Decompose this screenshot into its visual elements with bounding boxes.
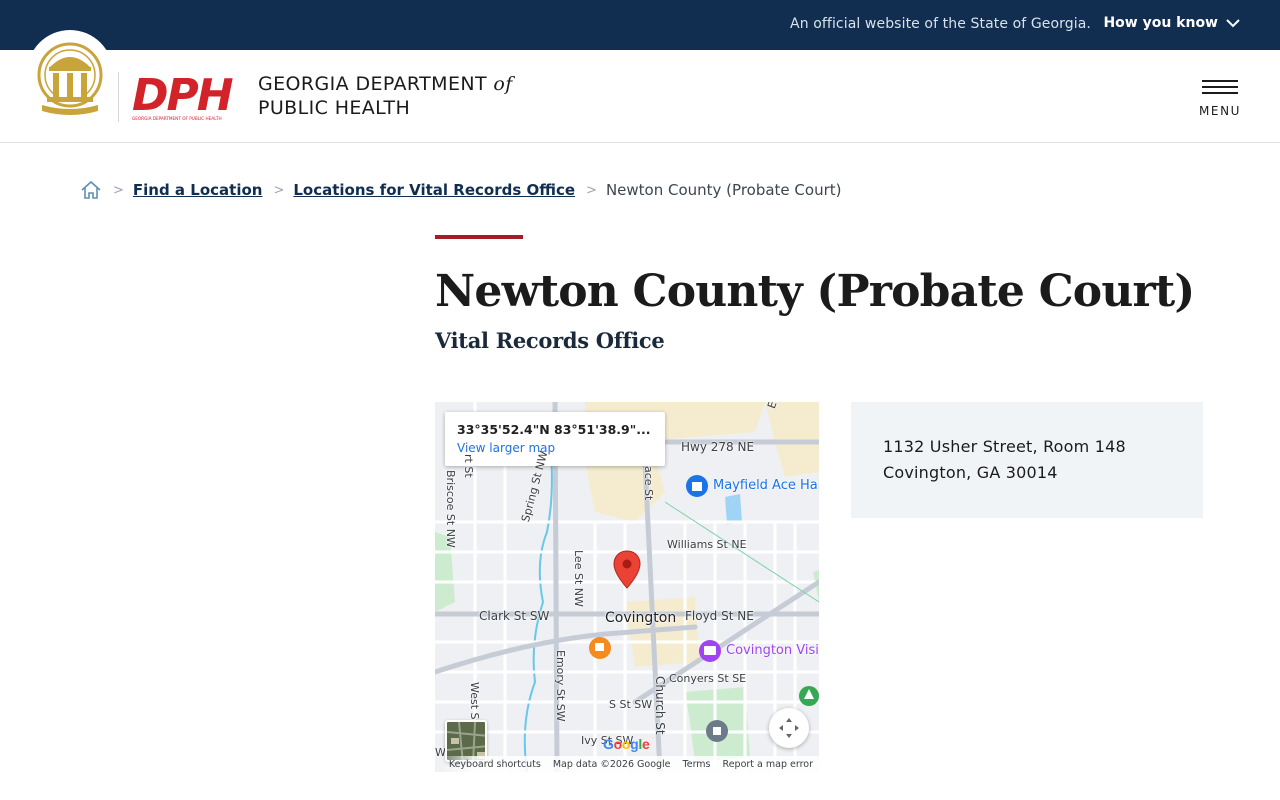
page-title: Newton County (Probate Court) <box>435 266 1195 317</box>
map-label-pace: ace St <box>642 466 655 501</box>
chevron-down-icon <box>1226 19 1240 28</box>
agency-name-of: of <box>493 73 513 95</box>
map-camera-control-button[interactable] <box>769 708 809 748</box>
address-card: 1132 Usher Street, Room 148 Covington, G… <box>851 402 1203 518</box>
google-logo: Google <box>603 736 650 752</box>
hamburger-icon <box>1202 80 1238 94</box>
breadcrumb-separator-icon: > <box>113 182 124 198</box>
location-pin-icon[interactable] <box>612 550 642 590</box>
agency-name-line2: PUBLIC HEALTH <box>258 97 411 119</box>
map-label-williams: Williams St NE <box>667 538 747 551</box>
address-line1: 1132 Usher Street, Room 148 <box>883 437 1126 456</box>
home-icon[interactable] <box>80 179 102 201</box>
logo-divider <box>118 72 119 122</box>
map-label-church: Church St <box>653 676 667 735</box>
map-label-west: West St <box>468 682 481 724</box>
map-info-box: 33°35'52.4"N 83°51'38.9"... View larger … <box>445 412 665 466</box>
map-label-mayfield: Mayfield Ace Har <box>713 478 819 493</box>
svg-text:DPH: DPH <box>132 70 233 121</box>
how-you-know-toggle[interactable]: How you know <box>1103 15 1240 31</box>
report-map-error-link[interactable]: Report a map error <box>723 759 813 770</box>
map-label-emory: Emory St SW <box>554 650 567 722</box>
map-label-covington: Covington <box>605 610 677 626</box>
map-label-briscoe: Briscoe St NW <box>444 470 457 548</box>
breadcrumb-separator-icon: > <box>273 182 285 198</box>
official-banner: An official website of the State of Geor… <box>0 0 1280 50</box>
agency-name[interactable]: GEORGIA DEPARTMENT of PUBLIC HEALTH <box>258 72 513 120</box>
address-line2: Covington, GA 30014 <box>883 463 1058 482</box>
map-label-hwy: Hwy 278 NE <box>681 440 755 454</box>
location-map[interactable]: 33°35'52.4"N 83°51'38.9"... View larger … <box>435 402 819 772</box>
dph-logo[interactable]: DPH GEORGIA DEPARTMENT OF PUBLIC HEALTH <box>130 70 242 122</box>
page-subtitle: Vital Records Office <box>435 328 665 353</box>
breadcrumb-current: Newton County (Probate Court) <box>605 181 842 199</box>
map-label-covington-visit: Covington Visit <box>726 643 819 658</box>
title-accent-rule <box>435 235 523 239</box>
map-data-attribution: Map data ©2026 Google <box>552 758 671 770</box>
map-label-s-st: S St SW <box>609 698 653 711</box>
map-label-floyd: Floyd St NE <box>685 609 754 623</box>
map-label-conyers: Conyers St SE <box>669 672 747 685</box>
map-label-clark: Clark St SW <box>479 609 550 623</box>
menu-button[interactable]: MENU <box>1196 78 1244 120</box>
svg-text:GEORGIA DEPARTMENT OF PUBLIC H: GEORGIA DEPARTMENT OF PUBLIC HEALTH <box>132 116 222 121</box>
map-coordinates: 33°35'52.4"N 83°51'38.9"... <box>457 422 651 437</box>
breadcrumb-find-location[interactable]: Find a Location <box>133 181 263 199</box>
how-you-know-label: How you know <box>1103 15 1218 31</box>
breadcrumb-vital-records[interactable]: Locations for Vital Records Office <box>293 181 575 199</box>
agency-name-line1: GEORGIA DEPARTMENT <box>258 73 487 95</box>
keyboard-shortcuts-link[interactable]: Keyboard shortcuts <box>449 759 541 770</box>
menu-label: MENU <box>1198 104 1242 118</box>
breadcrumb-separator-icon: > <box>586 182 597 198</box>
official-banner-text: An official website of the State of Geor… <box>790 16 1091 32</box>
move-arrows-icon <box>779 718 799 738</box>
map-label-lee: Lee St NW <box>572 550 585 607</box>
map-terms-link[interactable]: Terms <box>683 759 711 770</box>
map-label-st-top: rt St <box>462 454 475 478</box>
map-footer: Keyboard shortcuts Map data ©2026 Google… <box>435 756 819 772</box>
breadcrumb: > Find a Location > Locations for Vital … <box>80 178 841 202</box>
state-seal-icon[interactable] <box>36 41 104 115</box>
